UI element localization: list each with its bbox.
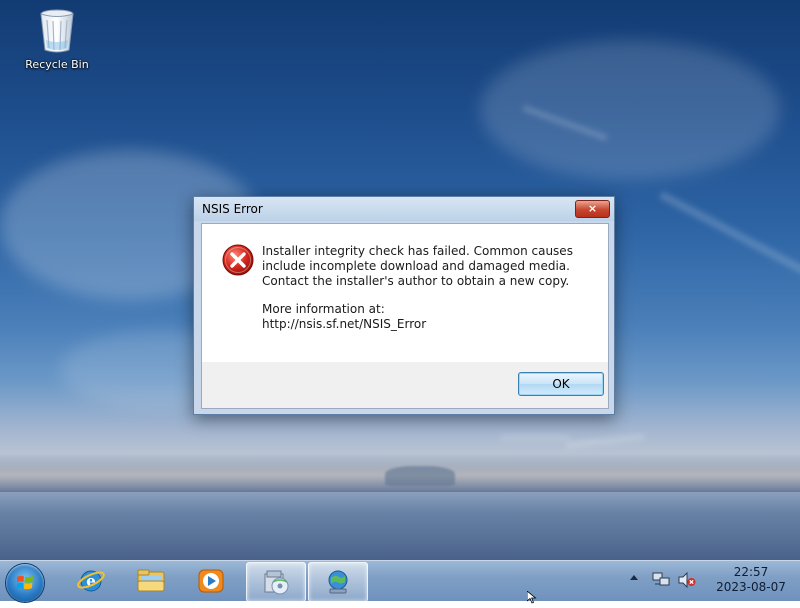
dialog-title: NSIS Error — [202, 202, 263, 216]
error-icon — [222, 244, 254, 276]
show-hidden-icons-button[interactable] — [630, 575, 638, 580]
more-info-label: More information at: — [262, 302, 385, 316]
dialog-client-area: Installer integrity check has failed. Co… — [201, 223, 609, 409]
nsis-error-dialog: NSIS Error × Installer integrity check h… — [193, 196, 615, 415]
close-icon: × — [587, 202, 598, 215]
error-message: Installer integrity check has failed. Co… — [262, 244, 592, 332]
volume-muted-icon[interactable] — [678, 571, 696, 589]
dialog-titlebar[interactable]: NSIS Error × — [194, 197, 614, 221]
wallpaper-streak — [500, 435, 570, 440]
taskbar-internet-explorer[interactable]: e — [62, 562, 120, 600]
ok-button[interactable]: OK — [518, 372, 604, 396]
windows-flag-icon — [16, 574, 34, 592]
start-button[interactable] — [6, 564, 44, 602]
close-button[interactable]: × — [575, 200, 610, 218]
dialog-message-panel: Installer integrity check has failed. Co… — [202, 224, 608, 362]
clock[interactable]: 22:57 2023-08-07 — [712, 565, 790, 595]
more-info-url: http://nsis.sf.net/NSIS_Error — [262, 317, 427, 331]
wallpaper-sea — [0, 492, 800, 560]
taskbar-installer-app[interactable] — [246, 562, 306, 602]
file-explorer-icon — [136, 567, 166, 595]
taskbar-file-explorer[interactable] — [122, 562, 180, 600]
network-icon[interactable] — [652, 572, 670, 588]
taskbar: e 22:57 2023-08-07 — [0, 560, 800, 602]
taskbar-media-player[interactable] — [182, 562, 240, 600]
desktop-icon-recycle-bin[interactable]: Recycle Bin — [18, 8, 96, 71]
desktop-icon-label: Recycle Bin — [25, 58, 89, 71]
wallpaper-streak — [658, 190, 800, 278]
installer-app-icon — [261, 568, 291, 596]
network-globe-app-icon — [323, 568, 353, 596]
error-message-text: Installer integrity check has failed. Co… — [262, 244, 573, 288]
recycle-bin-icon — [37, 8, 77, 54]
wallpaper-streak — [564, 433, 646, 449]
taskbar-network-app[interactable] — [308, 562, 368, 602]
wallpaper-island — [385, 466, 455, 486]
clock-date: 2023-08-07 — [716, 580, 786, 594]
media-player-icon — [196, 567, 226, 595]
mouse-cursor-icon — [526, 590, 537, 605]
clock-time: 22:57 — [733, 565, 769, 579]
internet-explorer-icon: e — [76, 567, 106, 595]
system-tray: 22:57 2023-08-07 — [630, 561, 800, 601]
